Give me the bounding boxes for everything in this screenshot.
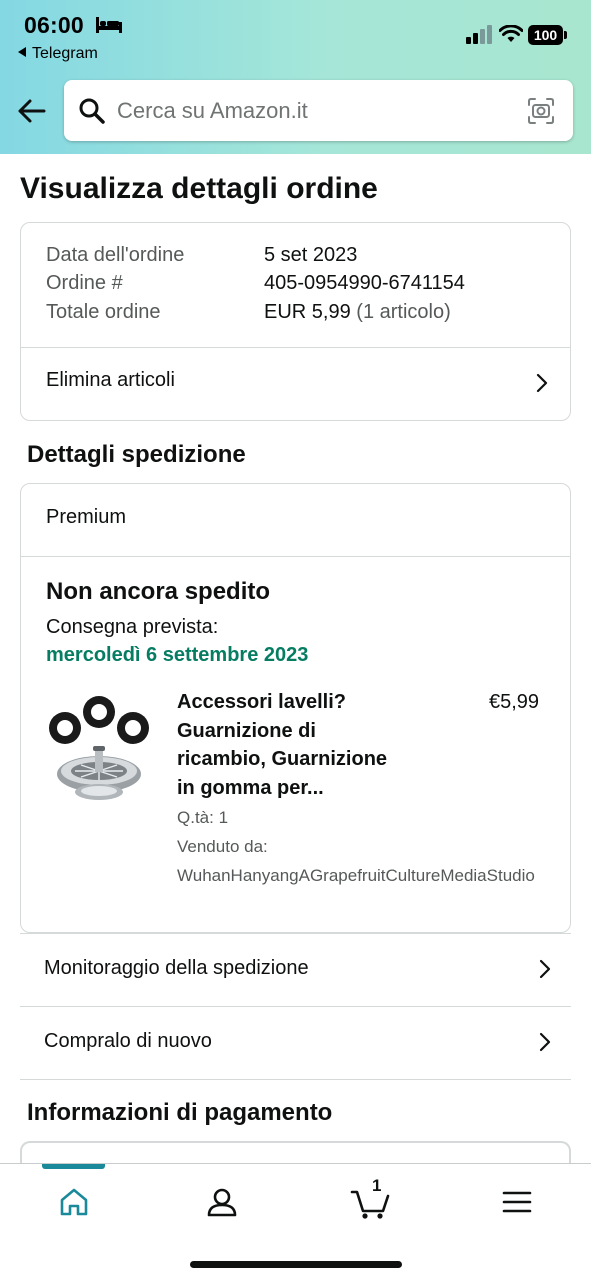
product-image[interactable]	[45, 694, 153, 806]
payment-section-title: Informazioni di pagamento	[27, 1099, 333, 1126]
product-title-line: Accessori lavelli?	[177, 691, 346, 713]
delete-items-label: Elimina articoli	[46, 369, 175, 391]
track-package-label: Monitoraggio della spedizione	[44, 957, 309, 979]
chevron-right-icon	[539, 959, 551, 979]
shipment-status: Non ancora spedito	[46, 578, 271, 605]
wifi-icon	[499, 25, 523, 42]
order-total-amount: EUR 5,99	[264, 301, 351, 323]
seller-name[interactable]: WuhanHanyangAGrapefruitCultureMediaStudi…	[177, 866, 535, 886]
cellular-signal-icon	[466, 25, 492, 44]
divider	[21, 556, 570, 557]
order-summary-card: Data dell'ordine 5 set 2023 Ordine # 405…	[20, 222, 571, 421]
product-title-link[interactable]: Accessori lavelli? Guarnizione di ricamb…	[177, 688, 417, 802]
product-title-line: in gomma per...	[177, 776, 324, 799]
menu-icon[interactable]	[497, 1182, 537, 1222]
sold-by-label: Venduto da:	[177, 837, 268, 856]
sleep-mode-icon	[96, 17, 122, 33]
order-date-label: Data dell'ordine	[46, 244, 185, 266]
battery-level: 100	[528, 25, 563, 45]
buy-again-label: Compralo di nuovo	[44, 1030, 212, 1052]
order-number-label: Ordine #	[46, 272, 123, 294]
back-to-app-link[interactable]: Telegram	[18, 45, 98, 63]
track-package-row[interactable]: Monitoraggio della spedizione	[20, 933, 571, 1006]
back-app-label: Telegram	[32, 45, 98, 62]
back-arrow-icon[interactable]	[16, 96, 48, 126]
battery-icon: 100	[528, 25, 568, 45]
product-price: €5,99	[489, 691, 540, 713]
camera-search-icon[interactable]	[527, 97, 555, 125]
order-total-label: Totale ordine	[46, 301, 161, 323]
home-indicator-bar	[190, 1261, 402, 1268]
shipping-section-title: Dettagli spedizione	[27, 441, 246, 468]
product-title-line: ricambio, Guarnizione	[177, 748, 388, 770]
status-time: 06:00	[24, 12, 84, 38]
order-total-value: EUR 5,99 (1 articolo)	[264, 301, 451, 324]
search-icon	[79, 98, 105, 124]
product-title-line: Guarnizione di	[177, 719, 316, 742]
search-input[interactable]	[117, 80, 517, 141]
chevron-right-icon	[539, 1032, 551, 1052]
order-total-items: (1 articolo)	[356, 301, 451, 323]
back-triangle-icon	[18, 47, 26, 57]
order-date-value: 5 set 2023	[264, 244, 358, 266]
buy-again-row[interactable]: Compralo di nuovo	[20, 1006, 571, 1079]
search-bar[interactable]	[64, 80, 573, 141]
delete-items-row[interactable]: Elimina articoli	[21, 348, 570, 420]
app-header: 06:00 Telegram 100	[0, 0, 591, 154]
chevron-right-icon	[536, 373, 548, 393]
delivery-label: Consegna prevista:	[46, 616, 219, 638]
delivery-date: mercoledì 6 settembre 2023	[46, 644, 309, 666]
page-title: Visualizza dettagli ordine	[20, 172, 378, 205]
product-quantity: Q.tà: 1	[177, 808, 229, 827]
account-icon[interactable]	[202, 1182, 242, 1222]
cart-button[interactable]: 1	[350, 1176, 392, 1222]
cart-icon	[350, 1190, 390, 1219]
active-tab-indicator	[42, 1164, 105, 1169]
home-icon[interactable]	[54, 1182, 94, 1222]
order-number-value: 405-0954990-6741154	[264, 272, 465, 294]
shipping-type: Premium	[46, 506, 127, 528]
divider	[20, 1079, 571, 1080]
shipment-card: Premium Non ancora spedito Consegna prev…	[20, 483, 571, 933]
